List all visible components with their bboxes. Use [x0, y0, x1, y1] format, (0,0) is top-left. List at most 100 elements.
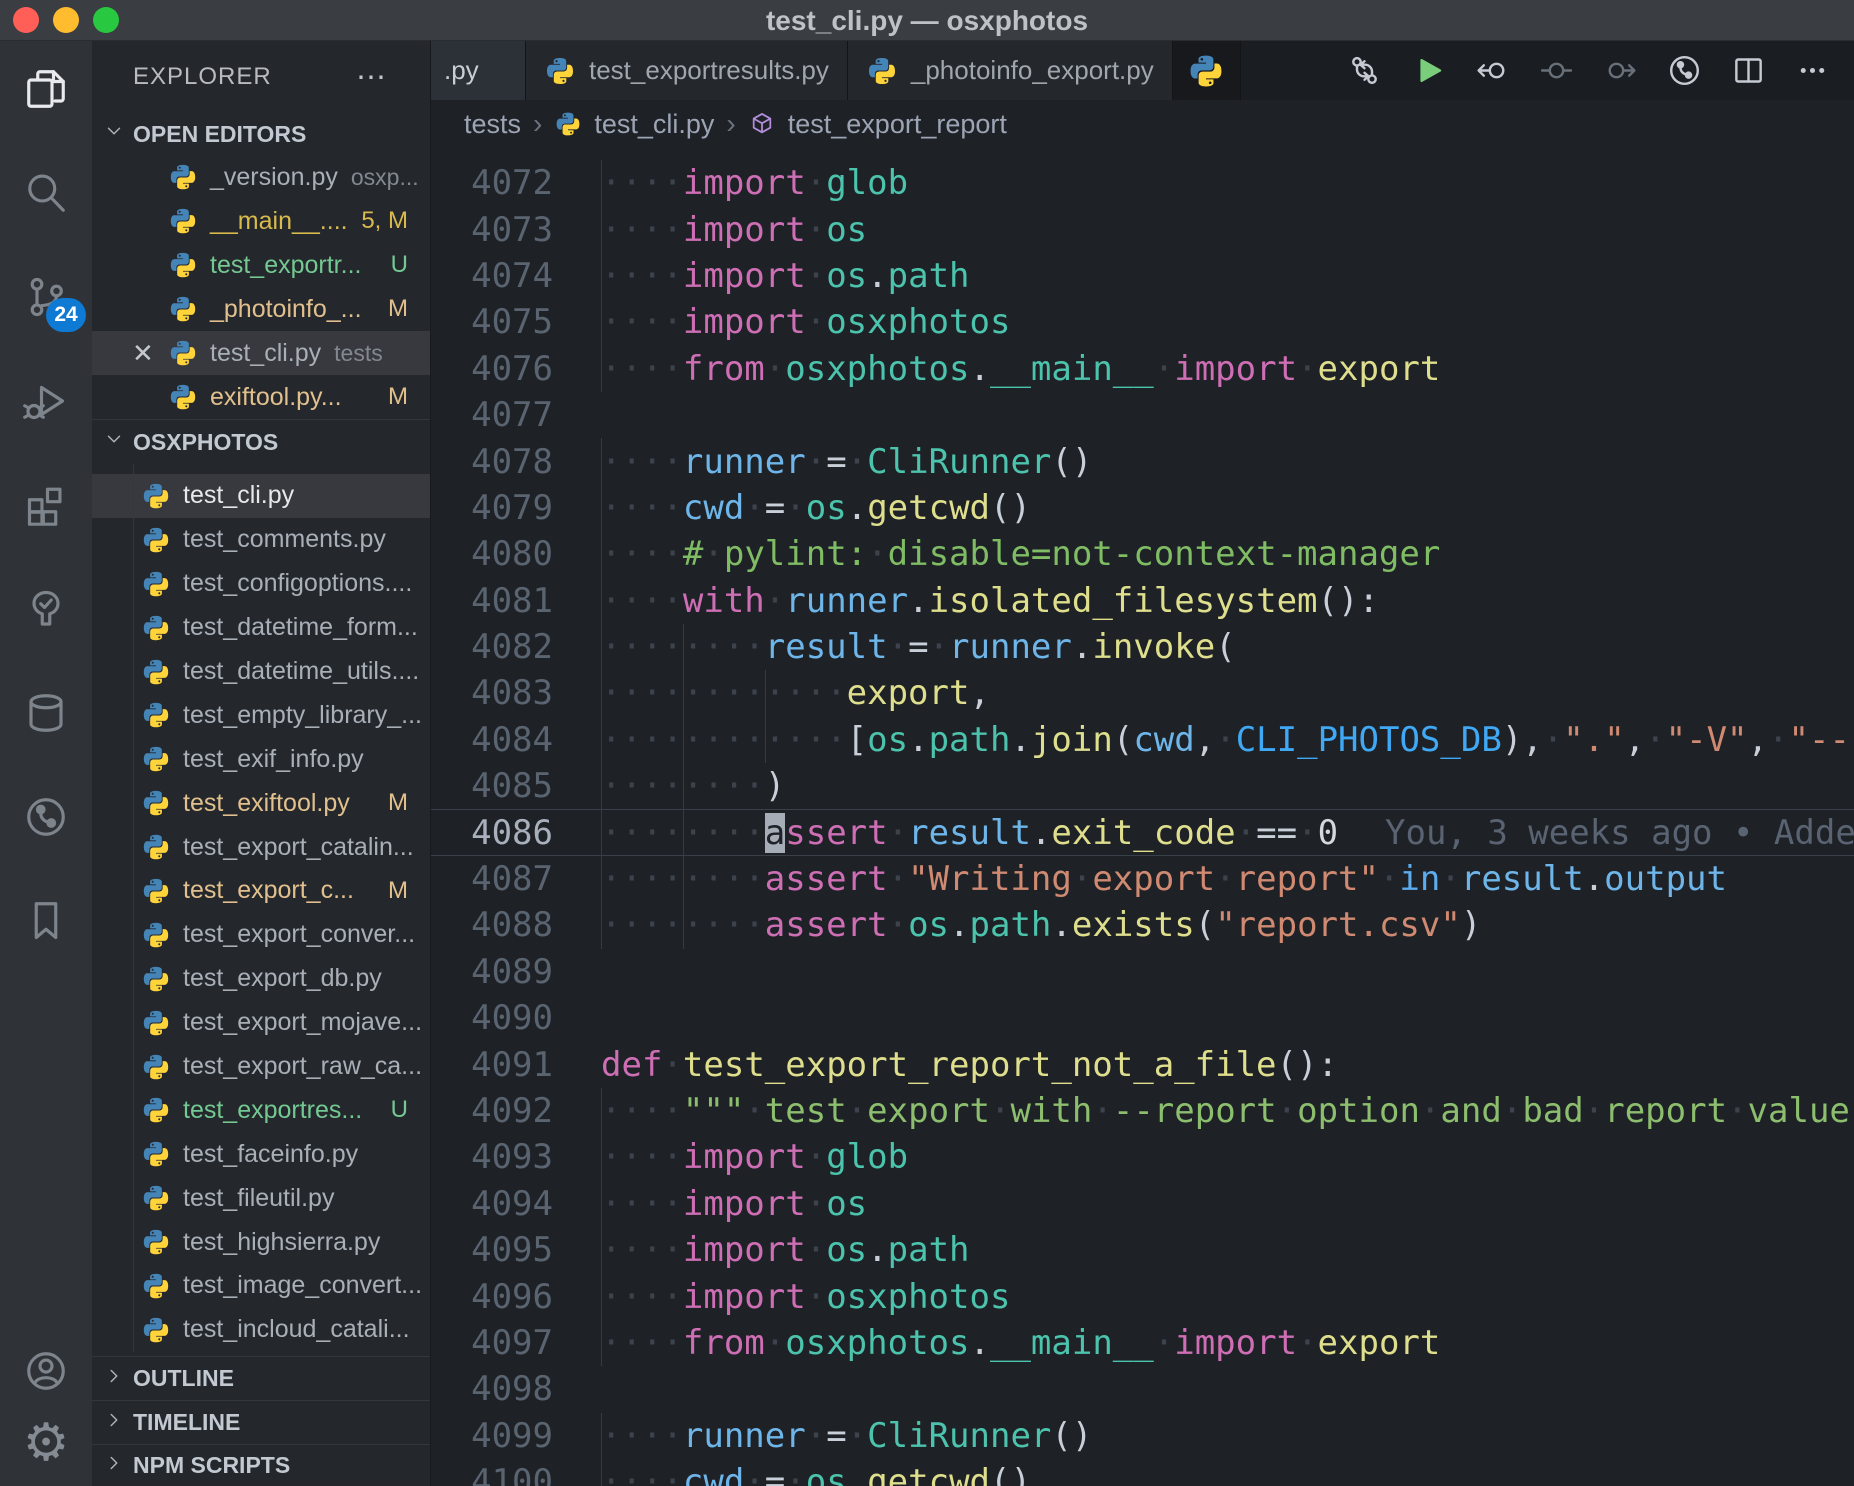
line-number: 4078	[431, 442, 601, 482]
action-gitlens[interactable]	[1652, 41, 1716, 100]
open-editor-item[interactable]: __main__....5, M	[92, 199, 430, 243]
file-tree-item[interactable]: test_image_convert...	[92, 1264, 430, 1308]
code-token: with	[1010, 1091, 1092, 1131]
code-token: os	[867, 720, 908, 760]
testing-icon	[22, 585, 70, 633]
code-token: invoke	[1092, 627, 1215, 667]
tab--photoinfo-export-py[interactable]: _photoinfo_export.py	[848, 41, 1173, 100]
code-line: 4079····cwd·=·os.getcwd()	[431, 485, 1854, 531]
file-tree-item[interactable]: test_incloud_catali...	[92, 1308, 430, 1352]
code-token: .	[1072, 627, 1092, 667]
file-tree-item[interactable]: test_export_mojave...	[92, 1001, 430, 1045]
open-editor-item[interactable]: test_exportr...U	[92, 243, 430, 287]
views-and-more-actions-icon[interactable]: ⋯	[356, 60, 388, 95]
minimize-window-button[interactable]	[53, 7, 79, 33]
action-current-change[interactable]	[1524, 41, 1588, 100]
action-compare-changes[interactable]	[1332, 41, 1396, 100]
close-window-button[interactable]	[13, 7, 39, 33]
file-tree-item[interactable]: test_faceinfo.py	[92, 1132, 430, 1176]
action-previous-change[interactable]	[1460, 41, 1524, 100]
action-split-editor[interactable]	[1716, 41, 1780, 100]
zoom-window-button[interactable]	[93, 7, 119, 33]
indent-guide	[601, 206, 602, 252]
activity-bar-item-search[interactable]	[0, 164, 92, 222]
indent-guide	[683, 763, 684, 809]
file-tree-item[interactable]: test_highsierra.py	[92, 1220, 430, 1264]
line-content: ····import·glob	[601, 1134, 908, 1180]
file-tree-item[interactable]: test_exif_info.py	[92, 737, 430, 781]
activity-bar-item-settings-gear[interactable]: ⚙	[0, 1414, 92, 1472]
file-tree-item[interactable]: test_fileutil.py	[92, 1176, 430, 1220]
file-tree-item[interactable]: test_configoptions....	[92, 562, 430, 606]
action-run-python-file[interactable]	[1396, 41, 1460, 100]
file-tree-item[interactable]: test_export_catalin...	[92, 825, 430, 869]
activity-bar-item-database[interactable]	[0, 684, 92, 742]
breadcrumb-item[interactable]: tests	[464, 109, 521, 140]
folder-section-header[interactable]: OSXPHOTOS	[92, 419, 430, 464]
file-tree-item[interactable]: test_cli.py	[92, 474, 430, 518]
line-number: 4072	[431, 163, 601, 203]
open-editor-item[interactable]: ✕test_cli.pytests	[92, 331, 430, 375]
tab--py[interactable]: .py	[431, 41, 526, 100]
code-token: ·	[1215, 859, 1235, 899]
code-token: ()	[990, 488, 1031, 528]
activity-bar-item-explorer[interactable]	[0, 60, 92, 118]
action-more-actions[interactable]	[1780, 41, 1844, 100]
code-token: ····	[601, 1462, 683, 1486]
npm-scripts-section-header[interactable]: NPM SCRIPTS	[92, 1444, 430, 1486]
activity-bar-item-gitlens[interactable]	[0, 788, 92, 846]
bookmarks-icon	[22, 897, 70, 945]
code-token: #	[683, 534, 703, 574]
code-editor[interactable]: 4072····import·glob4073····import·os4074…	[431, 148, 1854, 1486]
activity-bar-item-account[interactable]	[0, 1342, 92, 1400]
close-editor-icon[interactable]: ✕	[132, 338, 168, 369]
file-tree-item[interactable]: test_comments.py	[92, 518, 430, 562]
code-token: runner	[949, 627, 1072, 667]
file-tree-item[interactable]: test_export_raw_ca...	[92, 1045, 430, 1089]
source-control-badge: 24	[46, 298, 86, 332]
breadcrumb-item[interactable]: test_export_report	[788, 109, 1007, 140]
code-token: ·	[888, 905, 908, 945]
line-number: 4086	[431, 813, 601, 853]
python-extension-tab[interactable]	[1173, 41, 1241, 100]
gitlens-icon	[1666, 52, 1703, 89]
line-content: ····runner·=·CliRunner()	[601, 438, 1092, 484]
open-editor-item[interactable]: exiftool.py...M	[92, 375, 430, 419]
breadcrumb-item[interactable]: test_cli.py	[594, 109, 714, 140]
code-token: export	[1318, 349, 1441, 389]
activity-bar-item-run-debug[interactable]	[0, 372, 92, 430]
code-token: ·	[1297, 349, 1317, 389]
activity-bar-item-source-control[interactable]: 24	[0, 268, 92, 326]
activity-bar-item-bookmarks[interactable]	[0, 892, 92, 950]
open-editor-item[interactable]: _version.pyosxp...	[92, 155, 430, 199]
timeline-section-header[interactable]: TIMELINE	[92, 1400, 430, 1444]
chevron-right-icon	[103, 1452, 125, 1480]
tab-test-exportresults-py[interactable]: test_exportresults.py	[526, 41, 848, 100]
file-tree-item[interactable]: test_exportres...U	[92, 1088, 430, 1132]
open-editors-section-header[interactable]: OPEN EDITORS	[92, 113, 430, 155]
breadcrumb: tests›test_cli.py›test_export_report	[431, 100, 1854, 148]
file-tree-item[interactable]: test_export_conver...	[92, 913, 430, 957]
file-tree-item[interactable]: test_export_db.py	[92, 957, 430, 1001]
activity-bar-item-extensions[interactable]	[0, 476, 92, 534]
open-editor-item[interactable]: _photoinfo_...M	[92, 287, 430, 331]
file-tree-item[interactable]: test_empty_library_...	[92, 693, 430, 737]
code-token: .	[970, 1323, 990, 1363]
file-tree-item[interactable]: test_datetime_form...	[92, 606, 430, 650]
file-tree-item[interactable]: test_datetime_utils....	[92, 650, 430, 694]
code-token: ·	[888, 627, 908, 667]
action-next-change[interactable]	[1588, 41, 1652, 100]
file-tree-item[interactable]: test_export_c...M	[92, 869, 430, 913]
code-token: export	[1092, 859, 1215, 899]
indent-guide	[601, 1320, 602, 1366]
file-tree-item[interactable]: test_exiftool.pyM	[92, 781, 430, 825]
line-number: 4077	[431, 395, 601, 435]
activity-bar-item-testing[interactable]	[0, 580, 92, 638]
line-number: 4095	[431, 1230, 601, 1270]
code-token: import	[683, 256, 806, 296]
code-token: pylint:	[724, 534, 867, 574]
outline-section-header[interactable]: OUTLINE	[92, 1356, 430, 1400]
code-token: ·	[1154, 349, 1174, 389]
code-token: ()	[990, 1462, 1031, 1486]
next-change-icon	[1602, 52, 1639, 89]
